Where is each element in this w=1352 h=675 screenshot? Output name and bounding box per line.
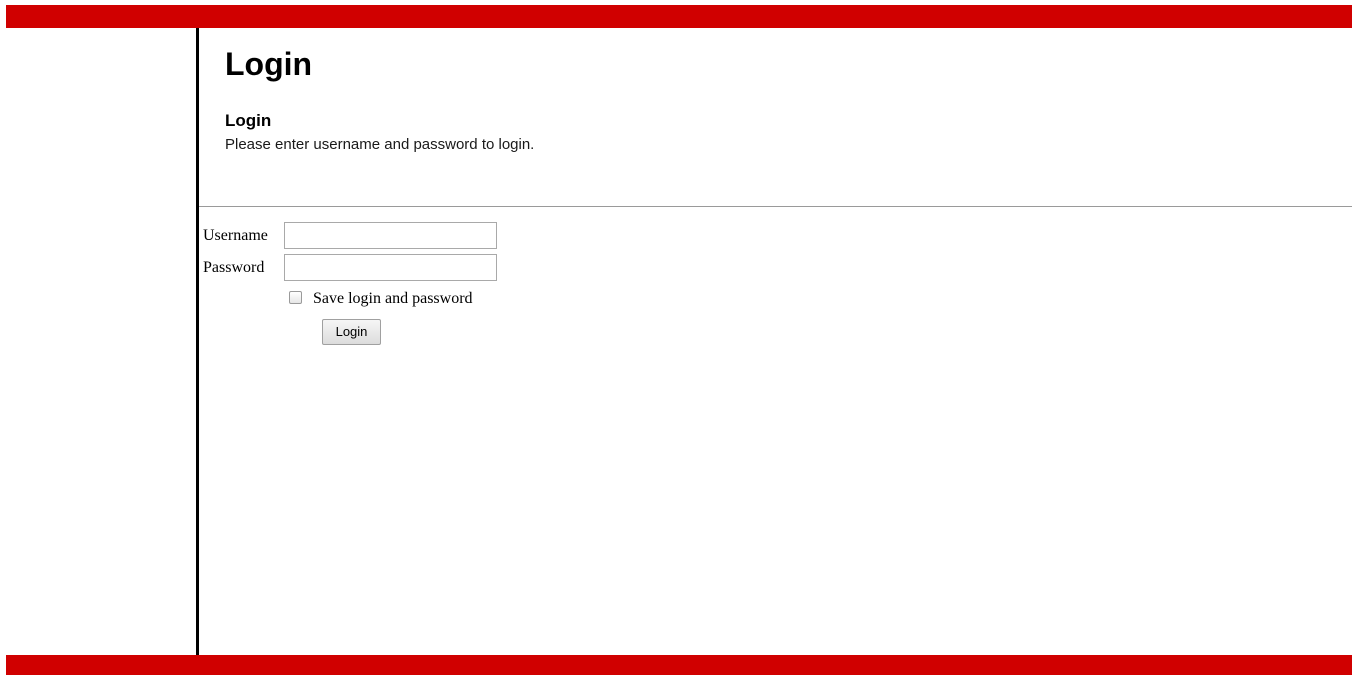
page-title: Login <box>225 46 313 82</box>
login-section-title: Login <box>225 111 272 130</box>
login-instructions: Please enter username and password to lo… <box>225 136 535 153</box>
header-bar <box>6 5 1352 28</box>
save-login-checkbox[interactable] <box>289 291 302 304</box>
login-button[interactable]: Login <box>322 319 381 345</box>
footer-bar <box>6 655 1352 675</box>
save-login-label[interactable]: Save login and password <box>313 289 473 309</box>
username-label: Username <box>203 227 268 244</box>
sidebar-divider <box>196 28 199 655</box>
content-divider <box>199 206 1352 207</box>
username-input[interactable] <box>284 222 497 249</box>
login-page: Login Login Please enter username and pa… <box>0 0 1352 675</box>
password-input[interactable] <box>284 254 497 281</box>
password-label: Password <box>203 259 265 276</box>
